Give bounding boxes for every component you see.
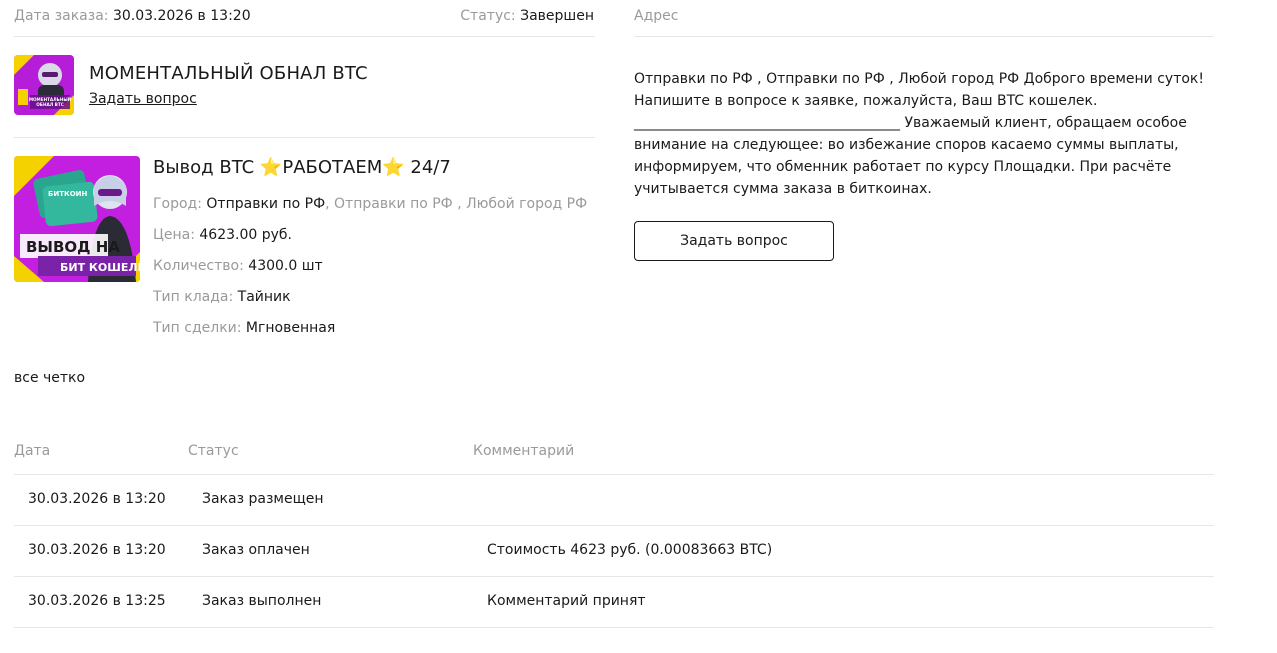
order-status-value: Завершен — [520, 8, 594, 24]
row-date: 30.03.2026 в 13:20 — [28, 491, 166, 507]
row-status: Заказ выполнен — [202, 593, 322, 609]
deal-value: Мгновенная — [245, 320, 336, 336]
svg-text:ОБНАЛ BTC: ОБНАЛ BTC — [36, 102, 64, 107]
address-text: Отправки по РФ , Отправки по РФ , Любой … — [634, 71, 1204, 197]
header-comment: Комментарий — [473, 443, 575, 459]
shop-logo-image: МОМЕНТАЛЬНЫЙ ОБНАЛ BTC — [14, 55, 74, 115]
shop-logo[interactable]: МОМЕНТАЛЬНЫЙ ОБНАЛ BTC — [14, 55, 74, 115]
row-date: 30.03.2026 в 13:25 — [28, 593, 166, 609]
header-status: Статус — [188, 443, 239, 459]
city-secondary: , Отправки по РФ , Любой город РФ — [325, 196, 588, 212]
product-deal-row: Тип сделки: Мгновенная — [153, 319, 587, 350]
address-label: Адрес — [634, 8, 679, 24]
divider — [14, 137, 595, 138]
divider — [634, 36, 1214, 37]
header-date: Дата — [14, 443, 51, 459]
shop-ask-question-link[interactable]: Задать вопрос — [89, 91, 197, 107]
product-image[interactable]: БИТКОИН ВЫВОД НА БИТ КОШЕЛЁК — [14, 156, 140, 282]
svg-text:БИТКОИН: БИТКОИН — [48, 190, 87, 198]
row-status: Заказ размещен — [202, 491, 324, 507]
deal-label: Тип сделки: — [153, 320, 242, 336]
product-qty-row: Количество: 4300.0 шт — [153, 257, 587, 288]
row-date: 30.03.2026 в 13:20 — [28, 542, 166, 558]
table-row: 30.03.2026 в 13:20 Заказ оплачен Стоимос… — [14, 526, 1214, 577]
svg-text:БИТ КОШЕЛЁК: БИТ КОШЕЛЁК — [60, 260, 140, 274]
shop-name[interactable]: МОМЕНТАЛЬНЫЙ ОБНАЛ BTC — [89, 63, 368, 84]
stash-label: Тип клада: — [153, 289, 234, 305]
product-title[interactable]: Вывод BTC ⭐РАБОТАЕМ⭐ 24/7 — [153, 157, 451, 178]
row-status: Заказ оплачен — [202, 542, 310, 558]
order-date-value: 30.03.2026 в 13:20 — [112, 8, 251, 24]
product-details: Город: Отправки по РФ, Отправки по РФ , … — [153, 195, 587, 350]
qty-value: 4300.0 шт — [248, 258, 323, 274]
table-header: Дата Статус Комментарий — [14, 443, 1214, 475]
order-history-table: Дата Статус Комментарий 30.03.2026 в 13:… — [14, 443, 1214, 628]
product-stash-row: Тип клада: Тайник — [153, 288, 587, 319]
price-label: Цена: — [153, 227, 195, 243]
city-label: Город: — [153, 196, 202, 212]
product-city-row: Город: Отправки по РФ, Отправки по РФ , … — [153, 195, 587, 226]
stash-value: Тайник — [237, 289, 291, 305]
price-value: 4623.00 руб. — [199, 227, 292, 243]
divider — [14, 36, 595, 37]
order-status-label: Статус: — [460, 8, 516, 24]
product-price-row: Цена: 4623.00 руб. — [153, 226, 587, 257]
table-row: 30.03.2026 в 13:25 Заказ выполнен Коммен… — [14, 577, 1214, 628]
order-meta: Дата заказа: 30.03.2026 в 13:20 Статус: … — [14, 7, 594, 25]
row-comment: Комментарий принят — [487, 593, 646, 609]
row-comment: Стоимость 4623 руб. (0.00083663 BTC) — [487, 542, 773, 558]
product-image-art: БИТКОИН ВЫВОД НА БИТ КОШЕЛЁК — [14, 156, 140, 282]
order-status: Статус: Завершен — [460, 7, 594, 25]
ask-question-button[interactable]: Задать вопрос — [634, 221, 834, 261]
order-date-label: Дата заказа: — [14, 8, 109, 24]
table-row: 30.03.2026 в 13:20 Заказ размещен — [14, 475, 1214, 526]
svg-text:ВЫВОД НА: ВЫВОД НА — [26, 238, 120, 256]
order-note: все четко — [14, 370, 86, 386]
qty-label: Количество: — [153, 258, 244, 274]
city-primary: Отправки по РФ — [206, 196, 326, 212]
